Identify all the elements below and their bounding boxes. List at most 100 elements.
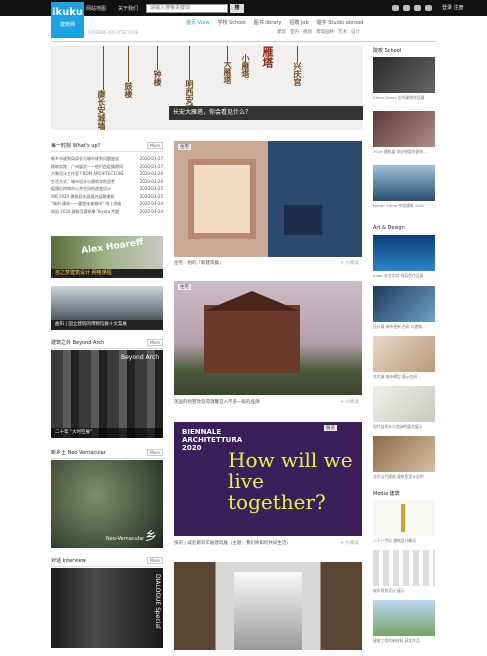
art-thumb[interactable] [373,286,435,322]
neo-header: 新乡土 Neo Vernacular More [51,449,163,459]
list-item[interactable]: 疫情后的城市公共空间的改变设计 2020-03-25 [51,185,163,193]
feature-house [204,305,300,373]
biennale-poster[interactable]: BIENNALE ARCHITETTURA 2020 How will we l… [174,422,362,536]
dialogue-more-button[interactable]: More [147,557,163,564]
hero-label: 兴庆宫 [293,62,302,86]
subnav-item[interactable]: 室内 [290,29,299,35]
site-logo[interactable]: ikuku 建筑网 [51,2,84,38]
feature-image-2[interactable]: 住宅 [174,281,362,395]
nav-item-home[interactable]: 首页 View [186,19,209,26]
art-thumb[interactable] [373,436,435,472]
qq-icon[interactable] [414,4,421,11]
subnav-item[interactable]: 建筑 [277,29,286,35]
art-thumb[interactable] [373,336,435,372]
art-caption: 北京当代建筑 建筑室设计说明 [373,474,424,479]
school-caption: Nordic Prime 中国建筑 2020 [373,203,425,208]
feature-image-4[interactable] [174,562,362,650]
hero-line [227,46,228,60]
main-nav: 首页 View 学校 School 图书 library 招聘 Job 题字 S… [186,19,371,26]
news-item-date: 2020-03-24 [139,201,163,206]
art-caption: 设计展 城市更新 色彩 与建筑… [373,324,426,329]
school-thumb[interactable] [373,57,435,93]
news-more-button[interactable]: More [147,142,163,149]
promo-banner-1[interactable]: Alex Hoareff 自之梦建筑设计 网络课程 [51,236,163,278]
dialogue-overlay: DIALOGUE Special [154,574,161,629]
art-thumb[interactable] [373,386,435,422]
about-link[interactable]: 关于我们 [118,5,138,12]
feature-more-link[interactable]: + 小阅读 [340,260,359,266]
hero-label-highlight: 雁塔 [261,46,274,68]
promo-subtitle: 自之梦建筑设计 网络课程 [51,269,163,278]
beyond-more-button[interactable]: More [147,339,163,346]
beyond-arch-image[interactable]: Beyond Arch 二十年 "大时空展" [51,350,163,438]
media-thumb[interactable] [373,500,435,536]
subnav-item[interactable]: 设计 [351,29,360,35]
weibo-icon[interactable] [392,4,399,11]
sitemap-link[interactable]: 网站地图 [86,5,106,12]
media-thumb[interactable] [373,600,435,636]
promo-banner-2[interactable]: 曲阳 | 国立建筑的博物馆群十文案展 [51,286,163,330]
feature-box [284,205,322,235]
list-item[interactable]: 网站 2020 建筑竞赛结果 Toyota 专题 2020-03-24 [51,208,163,216]
biennale-line3: 2020 [182,444,202,452]
nav-item-school[interactable]: 学校 School [217,19,245,26]
dialogue-image[interactable]: DIALOGUE Special [51,568,163,648]
feature-roof [204,291,300,311]
neo-vernacular-image[interactable]: Neo-Vernacular 乡 [51,460,163,548]
account-links[interactable]: 登录 注册 [442,4,464,11]
hero-label: 小雁塔 [241,54,250,78]
list-item[interactable]: 新乡市规划局局长与城市规划问题座谈 2020-03-27 [51,155,163,163]
school-thumb[interactable] [373,111,435,147]
beyond-title: 建筑之外 Beyond Arch [51,340,105,346]
share-icon[interactable] [425,4,432,11]
art-thumb[interactable] [373,235,435,271]
news-item-title: 大象设计工作室 FROM ARCHITECTURE [51,171,124,176]
tagline: CITIZENS ARCHITECTURE [88,30,139,35]
nav-item-job[interactable]: 招聘 Job [289,19,308,26]
nav-item-studio[interactable]: 题字 Studio abroad [317,19,364,26]
list-item[interactable]: "城市·建筑——重塑未来城市" 线上讲座 2020-03-24 [51,200,163,208]
hero-line [128,46,129,82]
news-item-title: 生活方式：城市设计与建筑学的思考 [51,178,115,184]
feature-more-link[interactable]: + 小阅读 [340,399,359,405]
news-item-date: 2020-03-27 [139,163,163,169]
media-thumb[interactable] [373,550,435,586]
hero-banner[interactable]: 康长安城墙 鼓楼 钟楼 明西安城墙 大雁塔 小雁塔 雁塔 兴庆宫 长安大雁塔，你… [51,46,363,130]
art-title: Art & Design [373,225,405,231]
feature-image-1[interactable]: 住宅 [174,141,362,257]
list-item[interactable]: 建筑实践：广州展览——他们在疫情期间 2020-03-27 [51,163,163,171]
beyond-overlay: Beyond Arch [121,354,160,361]
neo-more-button[interactable]: More [147,449,163,456]
list-item[interactable]: 大象设计工作室 FROM ARCHITECTURE 2020-03-26 [51,170,163,178]
school-thumb[interactable] [373,165,435,201]
media-caption: 城市规划设计 展示 [373,588,405,593]
hero-label: 钟楼 [153,70,162,86]
biennale-headline: How will we live together? [228,448,353,514]
subnav-item[interactable]: 艺术 [338,29,347,35]
hero-line [157,46,158,70]
news-item-title: WB 2020 建筑双年展报名延期通知 [51,193,115,199]
nav-item-library[interactable]: 图书 library [254,19,282,26]
list-item[interactable]: WB 2020 建筑双年展报名延期通知 2020-03-25 [51,193,163,201]
neo-mark: 乡 [144,529,157,543]
feature-tag: 展览 [324,425,337,431]
feature-caption: 住宅：别的「新建筑群」 [174,261,224,266]
news-item-title: 网站 2020 建筑竞赛结果 Toyota 专题 [51,208,120,214]
feature-more-link[interactable]: + 小阅读 [340,540,359,546]
neo-title: 新乡土 Neo Vernacular [51,450,106,456]
feature-tag: 住宅 [178,144,191,150]
wechat-icon[interactable] [403,4,410,11]
search-input[interactable]: 请输入搜索关键词 [146,4,228,13]
news-item-title: 疫情后的城市公共空间的改变设计 [51,186,111,191]
hero-line [103,46,104,90]
subnav-item[interactable]: 规划 [303,29,312,35]
art-caption: Alber 安全实验 纯彩色作品展 [373,273,424,278]
list-item[interactable]: 生活方式：城市设计与建筑学的思考 2020-03-26 [51,178,163,186]
beyond-caption: 二十年 "大时空展" [51,428,163,438]
logo-sub: 建筑网 [59,22,75,28]
news-item-title: 建筑实践：广州展览——他们在疫情期间 [51,163,123,169]
news-item-date: 2020-03-25 [139,186,163,191]
media-title: Media 建筑 [373,491,400,497]
search-button[interactable]: 搜 [230,4,244,13]
subnav-item[interactable]: 景观园林 [316,29,334,35]
